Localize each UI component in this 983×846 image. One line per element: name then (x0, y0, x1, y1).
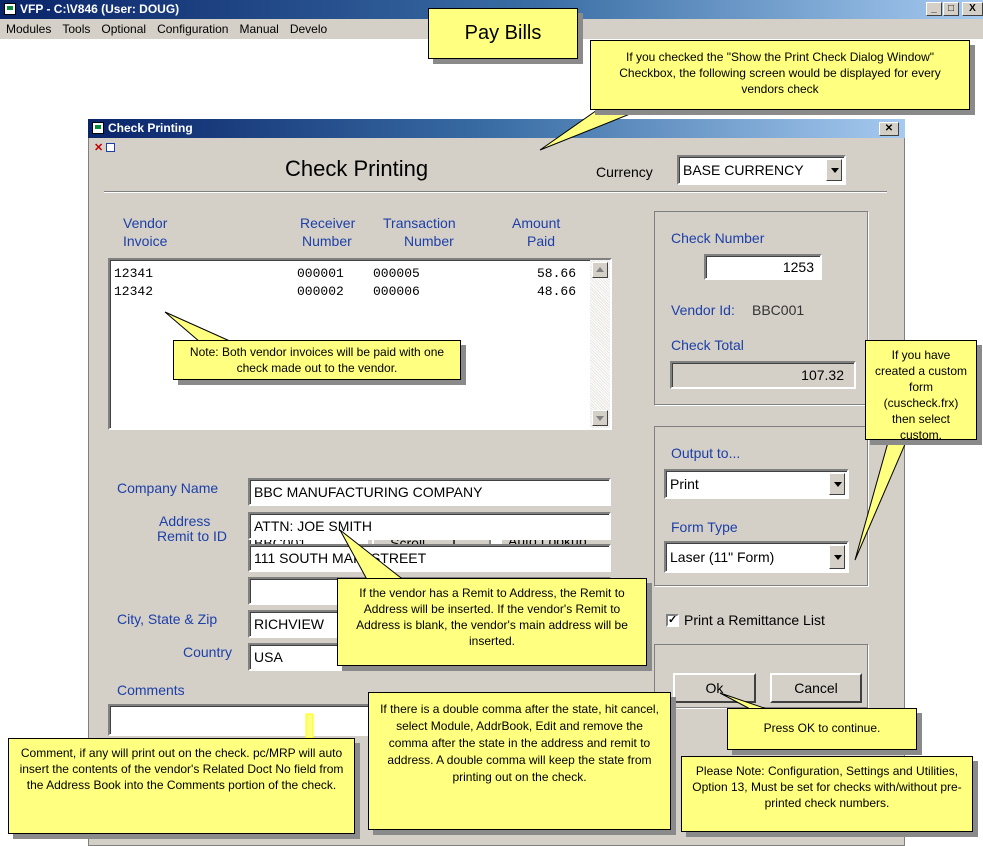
pointer-custom (854, 427, 913, 561)
pointer-comment (305, 713, 314, 739)
comment-callout: Comment, if any will print out on the ch… (8, 738, 355, 834)
note-callout: Note: Both vendor invoices will be paid … (173, 340, 461, 380)
double-comma-callout: If there is a double comma after the sta… (368, 692, 671, 830)
config-note-callout: Please Note: Configuration, Settings and… (681, 756, 973, 832)
pointer-print-dialog (539, 107, 641, 151)
press-ok-callout: Press OK to continue. (727, 708, 917, 750)
pay-bills-callout: Pay Bills (428, 8, 578, 59)
print-dialog-callout: If you checked the "Show the Print Check… (590, 40, 970, 110)
pointer-note (164, 311, 233, 343)
custom-form-callout: If you have created a custom form (cusch… (865, 340, 977, 442)
remit-address-callout: If the vendor has a Remit to Address, th… (337, 578, 647, 666)
pointer-remit (339, 529, 412, 586)
